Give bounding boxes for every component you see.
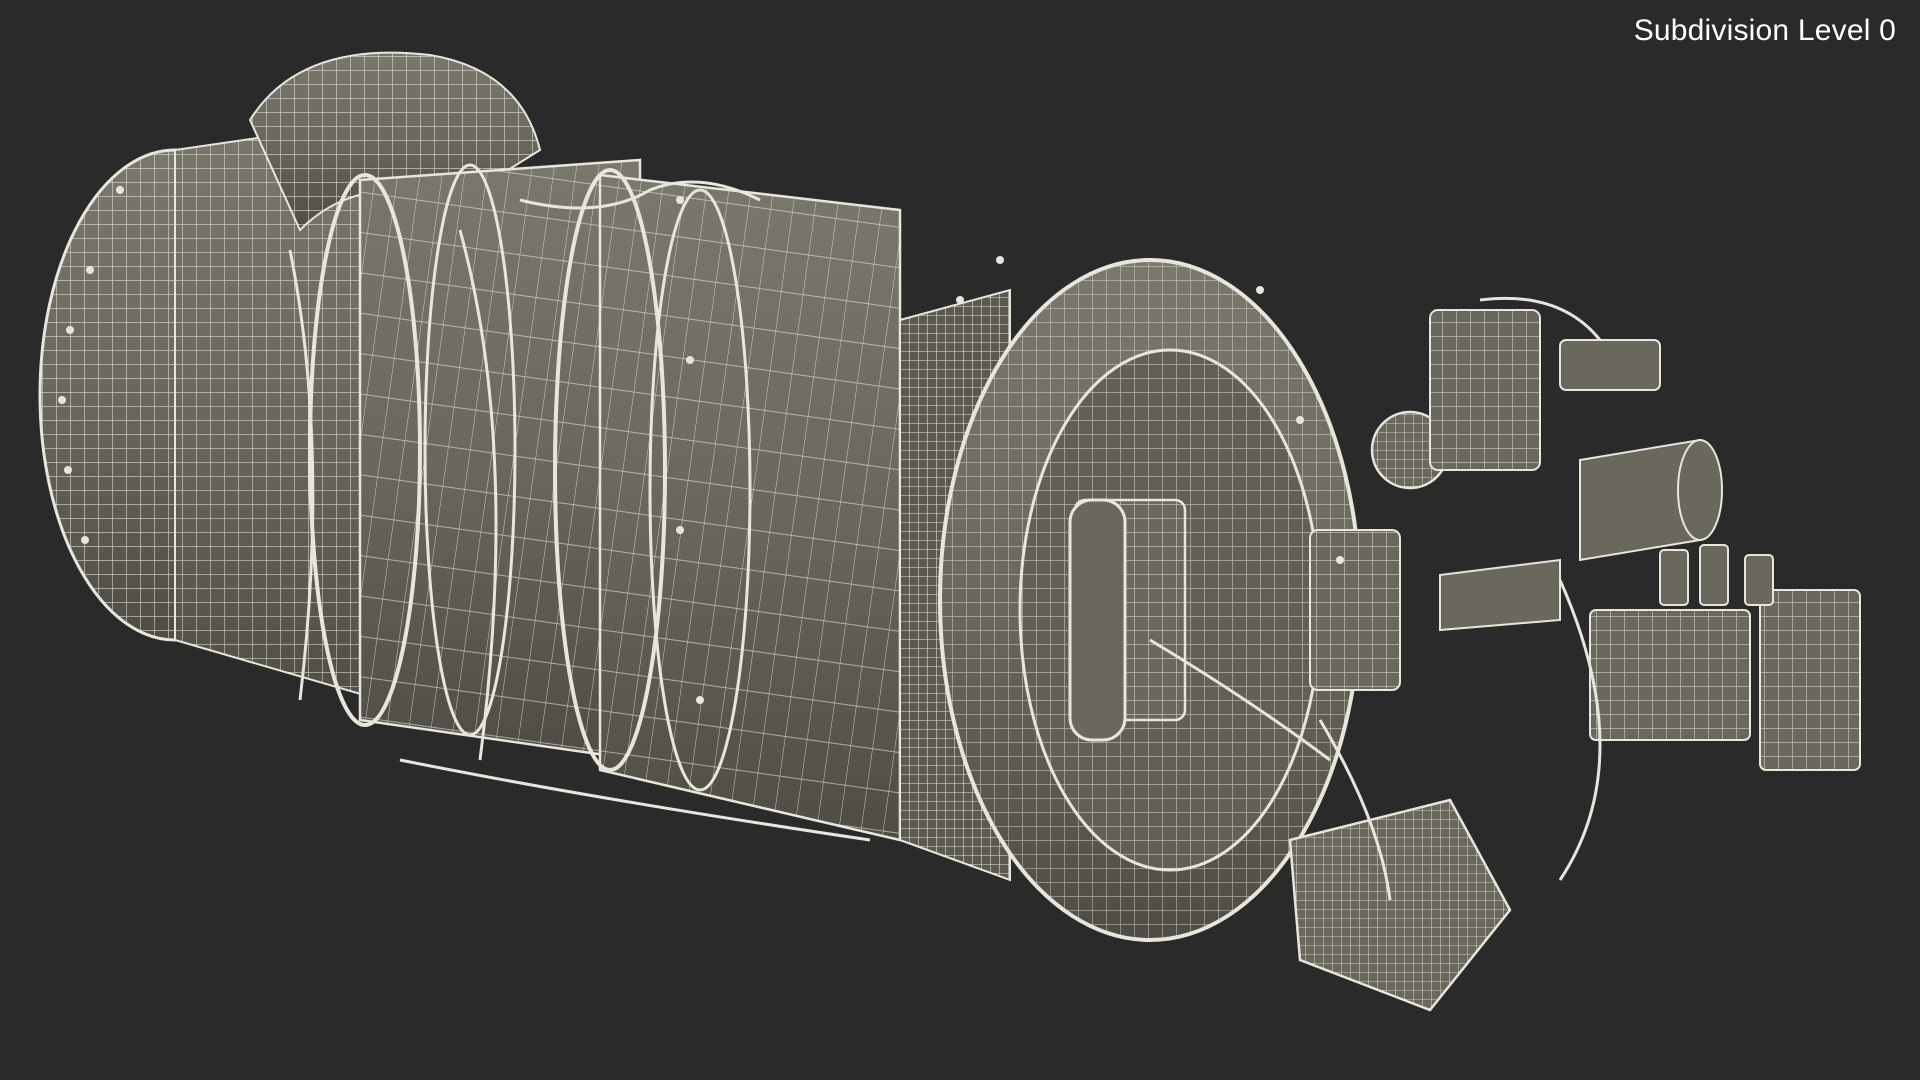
subdivision-level-label: Subdivision Level 0: [1633, 14, 1896, 47]
combustor-section: [308, 158, 902, 842]
engine-wireframe-model: [38, 51, 1861, 1012]
3d-viewport[interactable]: Subdivision Level 0: [0, 0, 1920, 1080]
